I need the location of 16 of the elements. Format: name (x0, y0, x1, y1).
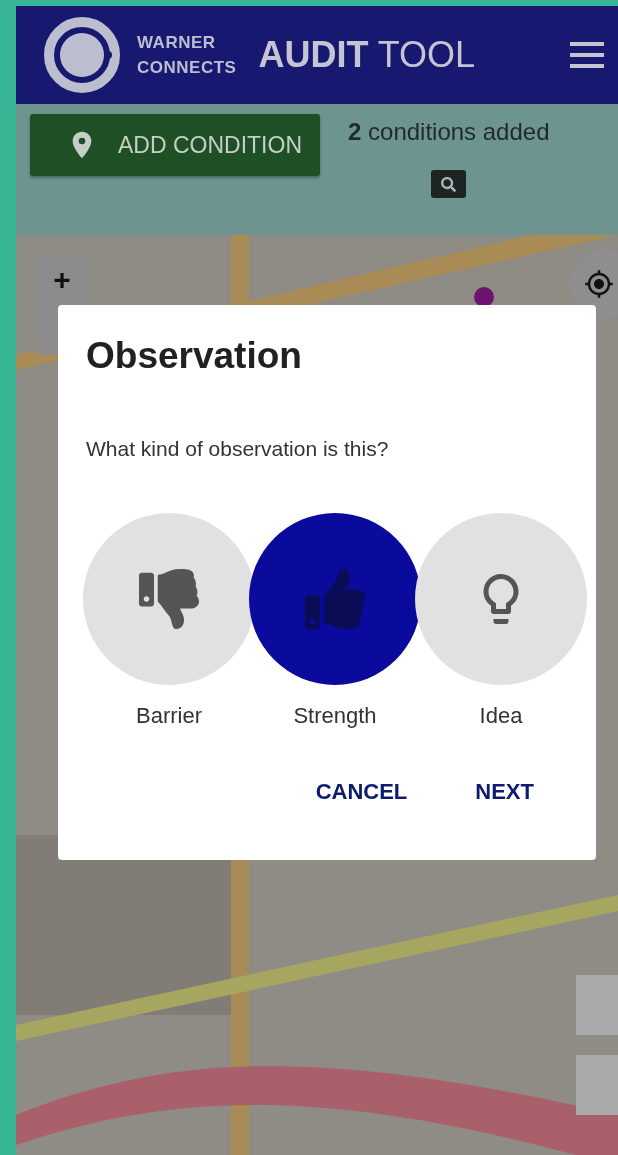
search-button[interactable] (431, 170, 467, 198)
add-condition-button[interactable]: ADD CONDITION (30, 114, 320, 176)
crosshair-icon (584, 269, 614, 299)
search-icon (441, 176, 457, 192)
menu-icon[interactable] (570, 42, 604, 68)
logo-icon (43, 16, 121, 94)
thumbs-down-icon (139, 569, 199, 629)
conditions-count: 2 conditions added (348, 118, 550, 146)
dialog-question: What kind of observation is this? (86, 437, 390, 461)
app-title: AUDIT TOOL (258, 34, 477, 76)
thumbs-up-icon (305, 569, 365, 629)
zoom-in-button[interactable]: + (36, 255, 88, 305)
cancel-button[interactable]: CANCEL (311, 775, 412, 809)
dialog-title: Observation (86, 335, 303, 377)
logo-text: WARNER CONNECTS (137, 32, 237, 79)
next-button[interactable]: NEXT (471, 775, 538, 809)
